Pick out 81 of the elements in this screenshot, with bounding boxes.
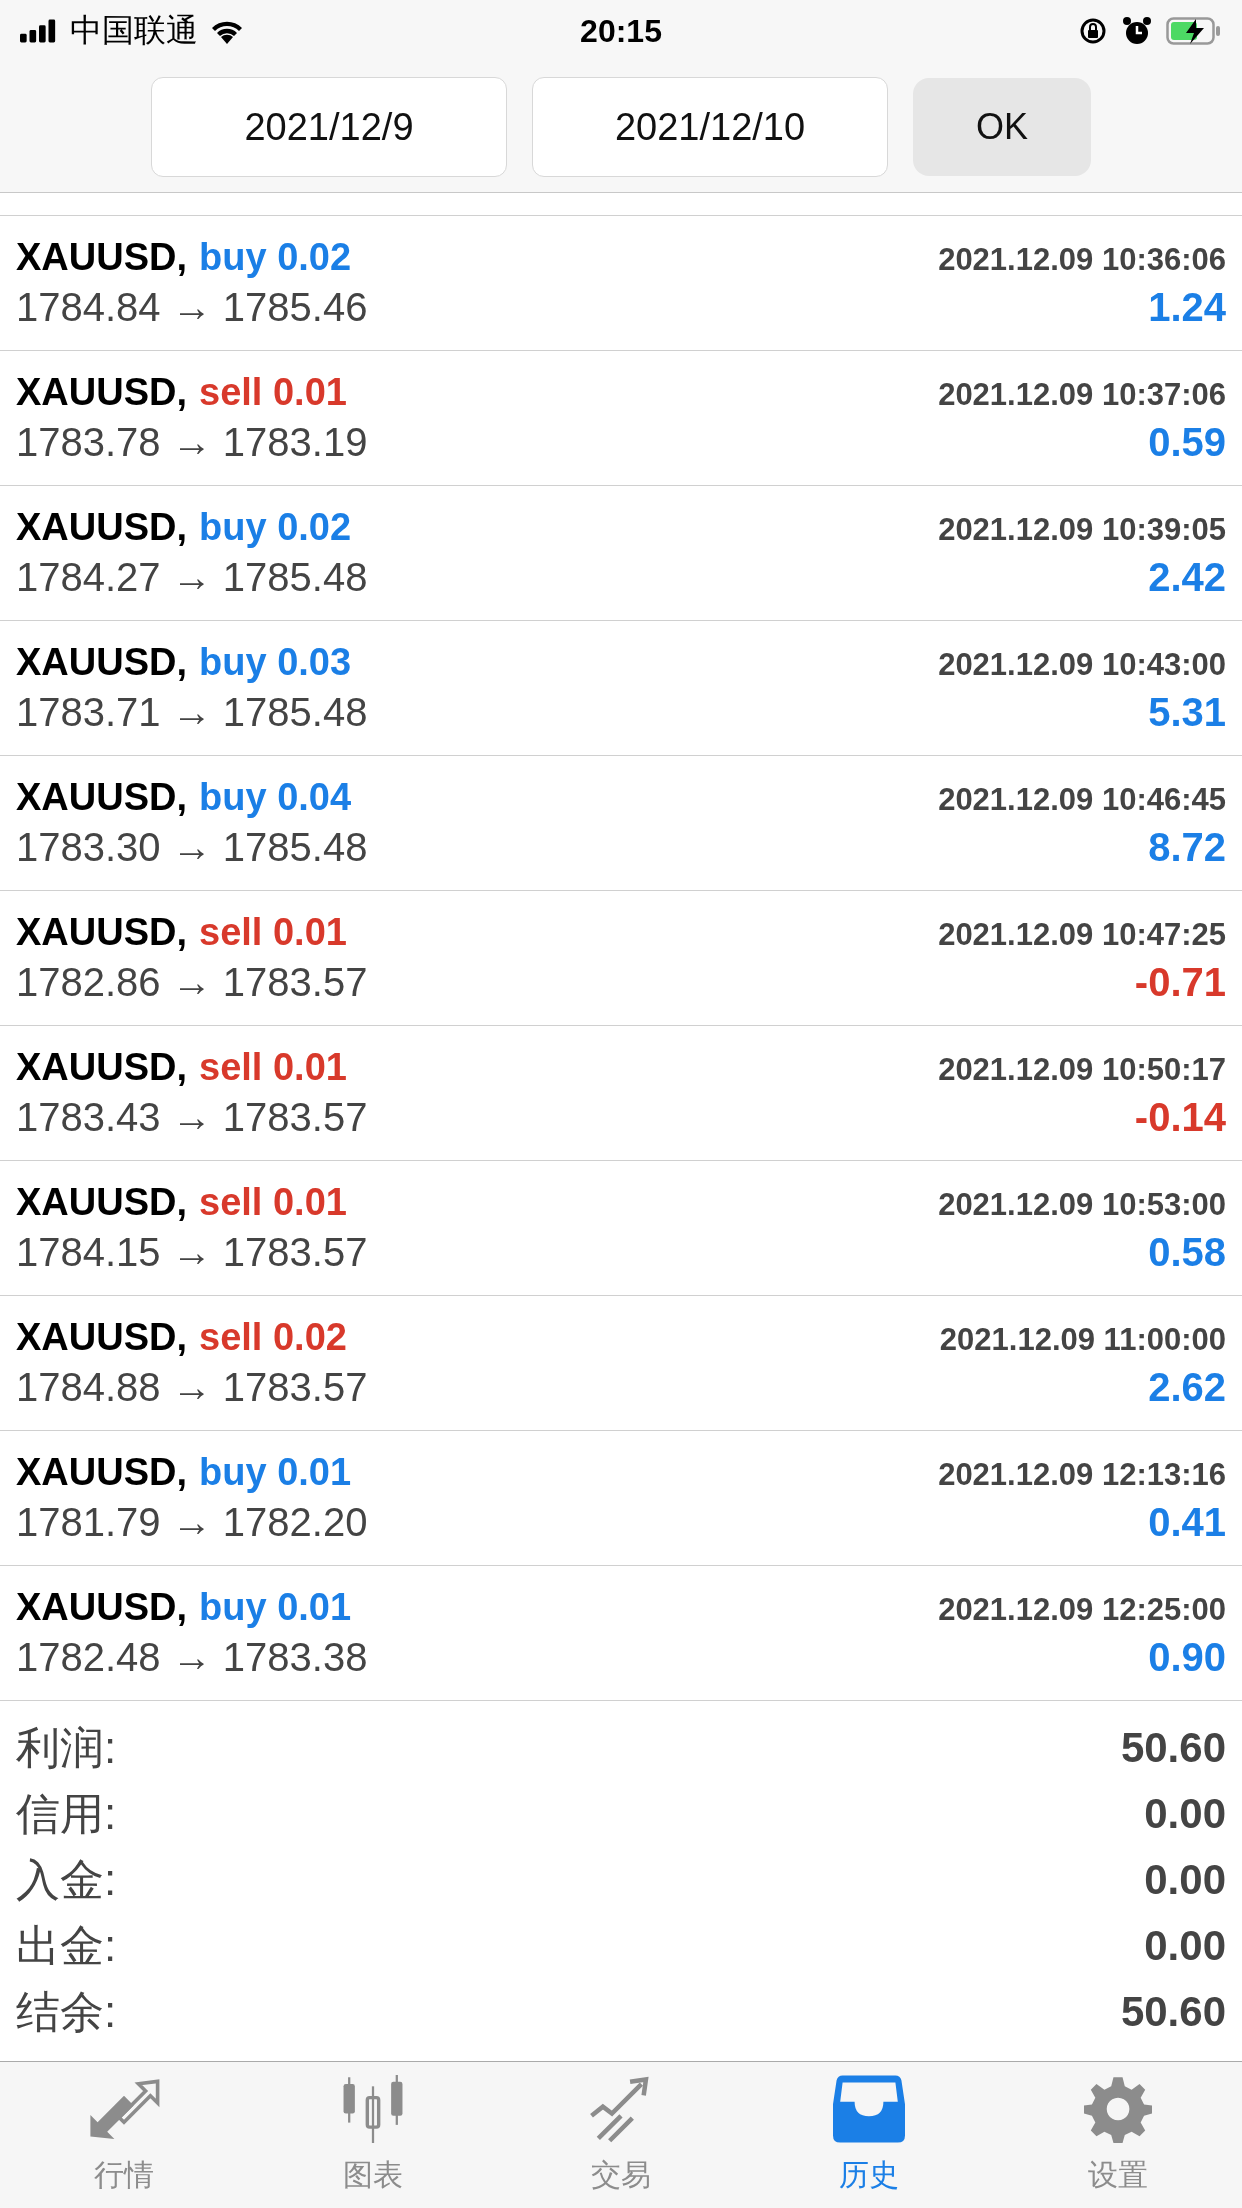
price-text: 1782.86 → 1783.57 bbox=[16, 960, 368, 1005]
rotation-lock-icon bbox=[1078, 16, 1108, 46]
tab-item[interactable]: 交易 bbox=[520, 2074, 721, 2196]
status-time: 20:15 bbox=[580, 12, 662, 50]
profit-value: 5.31 bbox=[1148, 690, 1226, 735]
summary-label: 入金: bbox=[16, 1853, 117, 1906]
deal-time: 2021.12.09 10:43:00 bbox=[938, 647, 1226, 683]
carrier-name: 中国联通 bbox=[70, 11, 198, 50]
summary-label: 出金: bbox=[16, 1919, 117, 1972]
symbol-text: XAUUSD, bbox=[16, 506, 188, 549]
profit-value: 0.41 bbox=[1148, 1500, 1226, 1545]
tab-item[interactable]: 图表 bbox=[272, 2074, 473, 2196]
date-field[interactable]: 2021/12/10 bbox=[532, 77, 888, 177]
deal-time: 2021.12.09 12:25:00 bbox=[938, 1592, 1226, 1628]
deal-time: 2021.12.09 10:46:45 bbox=[938, 782, 1226, 818]
order-side: sell 0.01 bbox=[199, 1046, 347, 1089]
profit-value: 8.72 bbox=[1148, 825, 1226, 870]
ok-button[interactable]: OK bbox=[913, 78, 1091, 176]
symbol-text: XAUUSD, bbox=[16, 641, 188, 684]
gear-icon bbox=[1081, 2074, 1154, 2143]
symbol-text: XAUUSD, bbox=[16, 371, 188, 414]
symbol-text: XAUUSD, bbox=[16, 1181, 188, 1224]
deal-time: 2021.12.09 10:47:25 bbox=[938, 917, 1226, 953]
inbox-icon bbox=[833, 2074, 906, 2143]
price-text: 1781.79 → 1782.20 bbox=[16, 1500, 368, 1545]
summary-value: 0.00 bbox=[1144, 1856, 1226, 1904]
summary-value: 50.60 bbox=[1120, 1724, 1226, 1772]
price-text: 1783.43 → 1783.57 bbox=[16, 1095, 368, 1140]
deal-time: 2021.12.09 12:13:16 bbox=[938, 1457, 1226, 1493]
symbol-text: XAUUSD, bbox=[16, 1451, 188, 1494]
summary-label: 信用: bbox=[16, 1787, 117, 1840]
symbol-text: XAUUSD, bbox=[16, 1586, 188, 1629]
price-text: 1784.15 → 1783.57 bbox=[16, 1230, 368, 1275]
alarm-icon bbox=[1122, 16, 1152, 46]
order-side: buy 0.02 bbox=[199, 236, 352, 279]
order-side: sell 0.02 bbox=[199, 1316, 347, 1359]
date-field[interactable]: 2021/12/9 bbox=[151, 77, 507, 177]
order-side: buy 0.04 bbox=[199, 776, 352, 819]
tab-item[interactable]: 历史 bbox=[769, 2074, 970, 2196]
deal-time: 2021.12.09 10:50:17 bbox=[938, 1052, 1226, 1088]
order-side: buy 0.01 bbox=[199, 1586, 352, 1629]
order-side: buy 0.02 bbox=[199, 506, 352, 549]
price-text: 1784.84 → 1785.46 bbox=[16, 285, 368, 330]
price-text: 1783.30 → 1785.48 bbox=[16, 825, 368, 870]
deal-time: 2021.12.09 10:39:05 bbox=[938, 512, 1226, 548]
signal-icon bbox=[20, 19, 58, 43]
profit-value: 2.62 bbox=[1148, 1365, 1226, 1410]
profit-value: -0.71 bbox=[1134, 960, 1226, 1005]
symbol-text: XAUUSD, bbox=[16, 1046, 188, 1089]
profit-value: 0.90 bbox=[1148, 1635, 1226, 1680]
order-side: buy 0.03 bbox=[199, 641, 352, 684]
order-side: buy 0.01 bbox=[199, 1451, 352, 1494]
summary-value: 0.00 bbox=[1144, 1790, 1226, 1838]
price-text: 1784.88 → 1783.57 bbox=[16, 1365, 368, 1410]
tab-item[interactable]: 行情 bbox=[24, 2074, 225, 2196]
profit-value: 0.59 bbox=[1148, 420, 1226, 465]
symbol-text: XAUUSD, bbox=[16, 776, 188, 819]
symbol-text: XAUUSD, bbox=[16, 911, 188, 954]
tab-item[interactable]: 设置 bbox=[1017, 2074, 1218, 2196]
price-text: 1784.27 → 1785.48 bbox=[16, 555, 368, 600]
deal-time: 2021.12.09 10:36:06 bbox=[938, 242, 1226, 278]
order-side: sell 0.01 bbox=[199, 911, 347, 954]
deal-time: 2021.12.09 11:00:00 bbox=[939, 1322, 1226, 1358]
deal-time: 2021.12.09 10:53:00 bbox=[938, 1187, 1226, 1223]
summary-value: 0.00 bbox=[1144, 1922, 1226, 1970]
profit-value: 0.58 bbox=[1148, 1230, 1226, 1275]
summary-label: 利润: bbox=[16, 1721, 117, 1774]
summary-value: 50.60 bbox=[1120, 1988, 1226, 2036]
price-text: 1783.71 → 1785.48 bbox=[16, 690, 368, 735]
order-side: sell 0.01 bbox=[199, 371, 347, 414]
order-side: sell 0.01 bbox=[199, 1181, 347, 1224]
battery-charging-icon bbox=[1166, 17, 1222, 45]
price-text: 1783.78 → 1783.19 bbox=[16, 420, 368, 465]
deal-time: 2021.12.09 10:37:06 bbox=[938, 377, 1226, 413]
symbol-text: XAUUSD, bbox=[16, 1316, 188, 1359]
symbol-text: XAUUSD, bbox=[16, 236, 188, 279]
summary-label: 结余: bbox=[16, 1985, 117, 2038]
price-text: 1782.48 → 1783.38 bbox=[16, 1635, 368, 1680]
profit-value: 2.42 bbox=[1148, 555, 1226, 600]
profit-value: 1.24 bbox=[1148, 285, 1226, 330]
profit-value: -0.14 bbox=[1134, 1095, 1226, 1140]
